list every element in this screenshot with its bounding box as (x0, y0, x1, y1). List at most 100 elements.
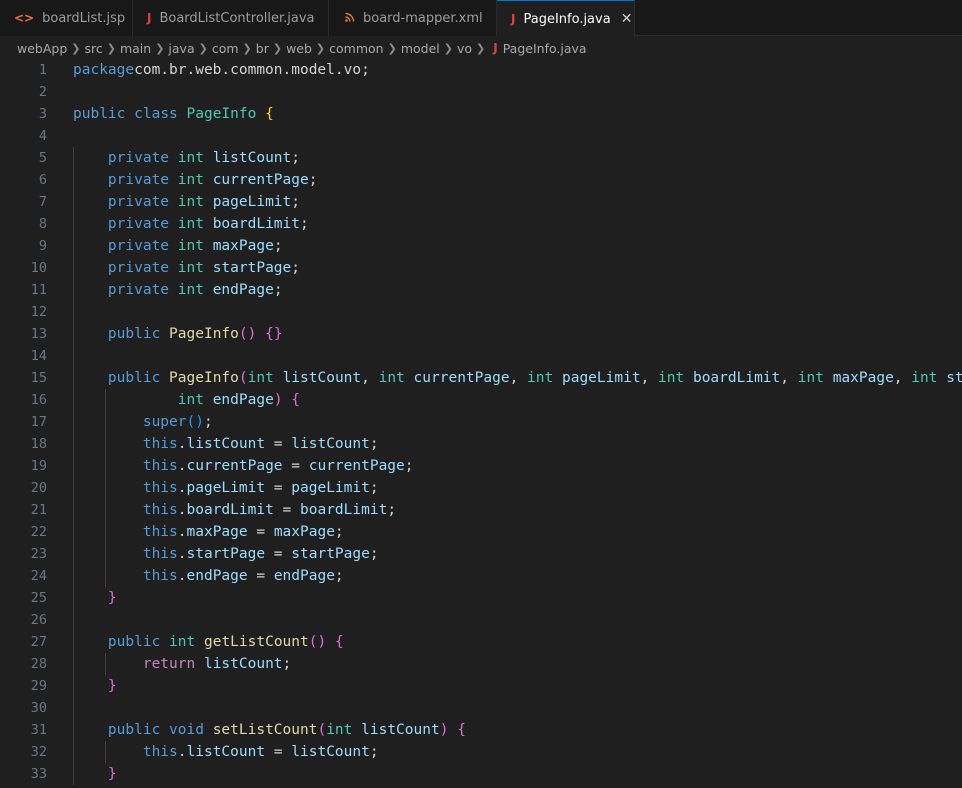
breadcrumb-item[interactable]: common (329, 41, 383, 56)
code-token: class (134, 106, 178, 122)
code-line[interactable]: 6 private int currentPage; (0, 169, 962, 191)
code-token: = (273, 502, 301, 518)
line-number: 10 (30, 260, 47, 276)
code-token: = (282, 458, 309, 474)
indent-guide (105, 653, 106, 675)
code-token: ; (369, 744, 379, 760)
breadcrumb-item[interactable]: webApp (17, 41, 67, 56)
breadcrumb: webApp ❯ src ❯ main ❯ java ❯ com ❯ br ❯ … (0, 37, 962, 59)
code-line[interactable]: 8 private int boardLimit; (0, 213, 962, 235)
code-line[interactable]: 10 private int startPage; (0, 257, 962, 279)
code-token: public (107, 326, 161, 342)
code-line[interactable]: 21 this.boardLimit = boardLimit; (0, 499, 962, 521)
code-line[interactable]: 29 } (0, 675, 962, 697)
breadcrumb-item[interactable]: br (256, 41, 269, 56)
code-token: int (177, 172, 204, 188)
code-line[interactable]: 28 return listCount; (0, 653, 962, 675)
code-line[interactable]: 26 (0, 609, 962, 631)
code-line[interactable]: 11 private int endPage; (0, 279, 962, 301)
code-line[interactable]: 3 public class PageInfo { (0, 103, 962, 125)
code-line[interactable]: 33 } (0, 763, 962, 785)
code-line[interactable]: 30 (0, 697, 962, 719)
code-line[interactable]: 27 public int getListCount() { (0, 631, 962, 653)
code-text: private int pageLimit; (73, 191, 300, 213)
code-token: public (107, 722, 161, 738)
breadcrumb-item[interactable]: main (120, 41, 151, 56)
code-token: startPage (212, 260, 292, 276)
code-editor[interactable]: 1 packagecom.br.web.common.model.vo; 2 3 pub… (0, 59, 962, 788)
code-text: public PageInfo() {} (73, 323, 283, 345)
tab-boardlistcontroller-java[interactable]: J BoardListController.java (133, 0, 329, 36)
code-line[interactable]: 5 private int listCount; (0, 147, 962, 169)
code-line[interactable]: 2 (0, 81, 962, 103)
breadcrumb-item[interactable]: vo (457, 41, 472, 56)
line-number: 2 (38, 84, 47, 100)
editor-tab-bar: <> boardList.jsp J BoardListController.j… (0, 0, 962, 37)
code-line[interactable]: 31 public void setListCount(int listCoun… (0, 719, 962, 741)
code-token: this (142, 458, 178, 474)
code-line[interactable]: 23 this.startPage = startPage; (0, 543, 962, 565)
code-line[interactable]: 25 } (0, 587, 962, 609)
code-line[interactable]: 12 (0, 301, 962, 323)
line-number: 26 (30, 612, 47, 628)
code-token: . (177, 744, 187, 760)
tab-pageinfo-java[interactable]: J PageInfo.java ✕ (497, 0, 635, 37)
code-token: ) (273, 392, 283, 408)
line-number: 24 (30, 568, 47, 584)
code-text: this.currentPage = currentPage; (73, 455, 414, 477)
code-line[interactable]: 9 private int maxPage; (0, 235, 962, 257)
breadcrumb-item[interactable]: com (212, 41, 239, 56)
code-line[interactable]: 14 (0, 345, 962, 367)
code-line[interactable]: 1 packagecom.br.web.common.model.vo; (0, 59, 962, 81)
tab-board-mapper-xml[interactable]: board-mapper.xml (329, 0, 497, 36)
code-line[interactable]: 20 this.pageLimit = pageLimit; (0, 477, 962, 499)
code-token: { (334, 634, 344, 650)
code-line[interactable]: 7 private int pageLimit; (0, 191, 962, 213)
code-token: listCount (282, 370, 362, 386)
tab-boardlist-jsp[interactable]: <> boardList.jsp (0, 0, 133, 36)
code-line[interactable]: 16 int endPage) { (0, 389, 962, 411)
breadcrumb-item[interactable]: web (286, 41, 312, 56)
breadcrumb-item[interactable]: PageInfo.java (503, 41, 587, 56)
close-icon[interactable]: ✕ (621, 11, 633, 27)
code-token: ; (291, 194, 301, 210)
code-line[interactable]: 17 super(); (0, 411, 962, 433)
breadcrumb-item[interactable]: model (401, 41, 440, 56)
code-line[interactable]: 24 this.endPage = endPage; (0, 565, 962, 587)
line-number: 28 (30, 656, 47, 672)
code-token: com.br.web.common.model.vo; (134, 62, 370, 78)
code-token: . (177, 502, 187, 518)
code-token: , (361, 370, 379, 386)
code-token: int (177, 392, 204, 408)
code-line[interactable]: 13 public PageInfo() {} (0, 323, 962, 345)
code-text: this.pageLimit = pageLimit; (73, 477, 379, 499)
code-text: public class PageInfo { (73, 103, 274, 125)
code-line[interactable]: 32 this.listCount = listCount; (0, 741, 962, 763)
breadcrumb-item[interactable]: src (85, 41, 103, 56)
breadcrumb-item[interactable]: java (168, 41, 194, 56)
code-token: . (177, 524, 187, 540)
code-line[interactable]: 19 this.currentPage = currentPage; (0, 455, 962, 477)
code-line[interactable]: 4 (0, 125, 962, 147)
code-line[interactable]: 22 this.maxPage = maxPage; (0, 521, 962, 543)
code-line[interactable]: 15 public PageInfo(int listCount, int cu… (0, 367, 962, 389)
code-token: () (238, 326, 257, 342)
code-token: maxPage (832, 370, 894, 386)
java-file-icon: J (147, 11, 152, 25)
code-token: public (73, 106, 126, 122)
code-line[interactable]: 18 this.listCount = listCount; (0, 433, 962, 455)
